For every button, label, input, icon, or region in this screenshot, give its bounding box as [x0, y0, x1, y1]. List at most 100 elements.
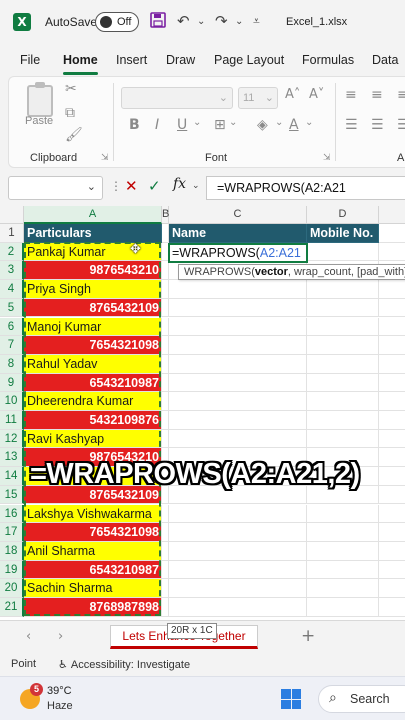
row-header[interactable]: 6 — [0, 317, 24, 337]
cell-e5[interactable] — [379, 299, 405, 318]
cell-e11[interactable] — [379, 411, 405, 430]
cell-b9[interactable] — [162, 373, 169, 393]
underline-dropdown-icon[interactable]: ⌄ — [193, 117, 201, 128]
windows-start-icon[interactable] — [281, 689, 301, 709]
fill-color-icon[interactable]: ◈ — [257, 117, 268, 133]
cell-d2[interactable] — [307, 242, 379, 262]
column-header-d[interactable]: D — [307, 206, 379, 224]
cell-c16[interactable] — [169, 504, 307, 524]
function-tooltip[interactable]: WRAPROWS(vector, wrap_count, [pad_with]) — [178, 264, 405, 280]
cell-b16[interactable] — [162, 504, 169, 524]
tab-draw[interactable]: Draw — [166, 53, 195, 67]
cell-b3[interactable] — [162, 261, 169, 281]
header-cell-d[interactable]: Mobile No. — [307, 224, 379, 243]
paste-icon[interactable] — [27, 82, 53, 117]
cell-a18[interactable]: Anil Sharma — [24, 541, 162, 561]
row-header[interactable]: 14 — [0, 467, 24, 486]
cell-a2[interactable]: Pankaj Kumar — [24, 242, 162, 262]
cell-b1[interactable] — [162, 224, 169, 243]
font-color-dropdown-icon[interactable]: ⌄ — [305, 117, 313, 128]
row-header[interactable]: 3 — [0, 261, 24, 281]
fx-dropdown-icon[interactable]: ⌄ — [192, 180, 200, 191]
cell-d18[interactable] — [307, 541, 379, 561]
cell-c4[interactable] — [169, 280, 307, 299]
accessibility-status[interactable]: ♿ Accessibility: Investigate — [58, 658, 190, 671]
cell-b18[interactable] — [162, 541, 169, 561]
file-name[interactable]: Excel_1.xlsx — [286, 16, 347, 28]
save-icon[interactable] — [150, 12, 166, 32]
row-header[interactable]: 8 — [0, 354, 24, 374]
cell-d10[interactable] — [307, 392, 379, 411]
align-top-icon[interactable]: ≡ — [345, 87, 357, 103]
cell-b7[interactable] — [162, 336, 169, 355]
cell-e14[interactable] — [379, 467, 405, 486]
header-cell-c[interactable]: Name — [169, 224, 307, 243]
cell-b10[interactable] — [162, 392, 169, 411]
align-left-icon[interactable]: ☰ — [345, 117, 358, 133]
cell-a17[interactable]: 7654321098 — [24, 523, 162, 542]
row-header[interactable]: 1 — [0, 224, 24, 243]
row-header[interactable]: 13 — [0, 448, 24, 468]
cell-a9[interactable]: 6543210987 — [24, 373, 162, 393]
spreadsheet-grid[interactable]: A B C D 1 Particulars Name Mobile No. 2 Panka… — [0, 206, 405, 620]
cell-c17[interactable] — [169, 523, 307, 542]
customize-toolbar-icon[interactable]: ⩡ — [253, 14, 260, 29]
add-sheet-icon[interactable]: + — [301, 626, 315, 646]
redo-dropdown-icon[interactable]: ⌄ — [235, 16, 243, 27]
cell-b20[interactable] — [162, 579, 169, 598]
cell-d16[interactable] — [307, 504, 379, 524]
tab-insert[interactable]: Insert — [116, 53, 147, 67]
chevron-down-icon[interactable]: ⌄ — [87, 180, 96, 193]
row-header[interactable]: 10 — [0, 392, 24, 411]
cell-a6[interactable]: Manoj Kumar — [24, 317, 162, 337]
row-header[interactable]: 21 — [0, 598, 24, 617]
cell-a19[interactable]: 6543210987 — [24, 560, 162, 580]
align-bottom-icon[interactable]: ≡ — [397, 87, 405, 103]
cell-a7[interactable]: 7654321098 — [24, 336, 162, 355]
cell-e2[interactable] — [379, 243, 405, 262]
undo-dropdown-icon[interactable]: ⌄ — [197, 16, 205, 27]
cell-d19[interactable] — [307, 560, 379, 580]
cell-c20[interactable] — [169, 579, 307, 598]
cell-e17[interactable] — [379, 523, 405, 542]
cell-b19[interactable] — [162, 560, 169, 580]
row-header[interactable]: 9 — [0, 373, 24, 393]
cell-c21[interactable] — [169, 598, 307, 617]
cancel-icon[interactable]: ✕ — [125, 177, 138, 195]
cut-icon[interactable]: ✂ — [65, 81, 77, 97]
column-header-c[interactable]: C — [169, 206, 307, 224]
row-header[interactable]: 15 — [0, 485, 24, 505]
undo-icon[interactable]: ↶ — [177, 12, 190, 30]
insert-function-icon[interactable]: fx — [173, 176, 186, 192]
cell-c7[interactable] — [169, 336, 307, 355]
enter-icon[interactable]: ✓ — [148, 177, 161, 195]
cell-e19[interactable] — [379, 561, 405, 580]
row-header[interactable]: 19 — [0, 560, 24, 580]
cell-c12[interactable] — [169, 429, 307, 449]
redo-icon[interactable]: ↷ — [215, 12, 228, 30]
select-all-corner[interactable] — [0, 206, 24, 224]
name-box[interactable]: ⌄ — [8, 176, 103, 200]
cell-a20[interactable]: Sachin Sharma — [24, 579, 162, 598]
cell-e4[interactable] — [379, 280, 405, 299]
next-sheet-icon[interactable]: › — [58, 629, 63, 644]
cell-b17[interactable] — [162, 523, 169, 542]
tab-file[interactable]: File — [20, 53, 40, 67]
cell-b8[interactable] — [162, 354, 169, 374]
cell-d8[interactable] — [307, 354, 379, 374]
row-header[interactable]: 5 — [0, 298, 24, 318]
row-header[interactable]: 12 — [0, 429, 24, 449]
cell-d12[interactable] — [307, 429, 379, 449]
prev-sheet-icon[interactable]: ‹ — [26, 629, 31, 644]
cell-e8[interactable] — [379, 355, 405, 374]
row-header[interactable]: 20 — [0, 579, 24, 598]
column-header-b[interactable]: B — [162, 206, 169, 224]
weather-desc[interactable]: Haze — [47, 700, 73, 712]
cell-c6[interactable] — [169, 317, 307, 337]
cell-e1[interactable] — [379, 224, 405, 243]
copy-icon[interactable]: ⧉ — [65, 105, 75, 121]
tab-data[interactable]: Data — [372, 53, 398, 67]
cell-c11[interactable] — [169, 411, 307, 430]
increase-font-icon[interactable]: A˄ — [285, 87, 300, 102]
cell-e7[interactable] — [379, 336, 405, 355]
